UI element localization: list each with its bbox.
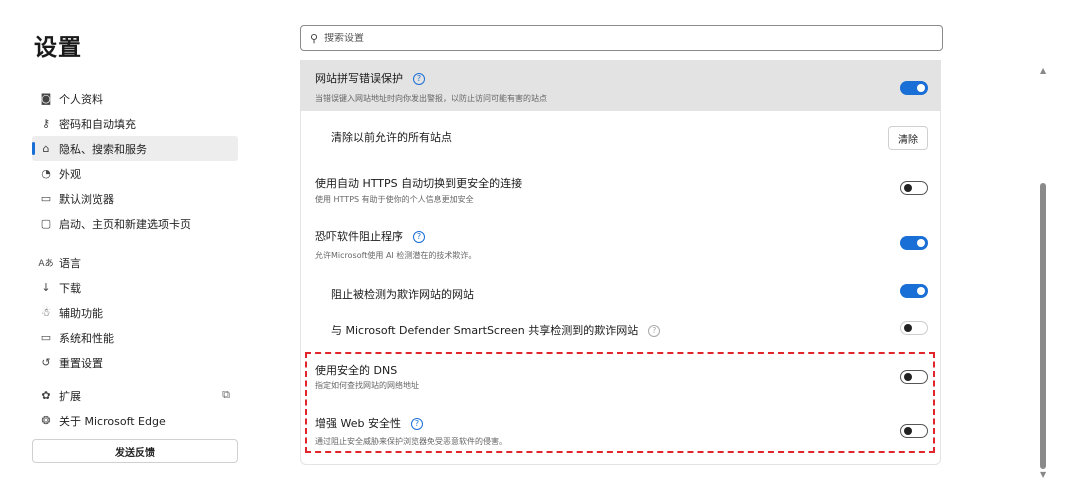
sidebar-item-label: 外观: [59, 167, 81, 181]
setting-description: 允许Microsoft使用 AI 检测潜在的技术欺诈。: [315, 251, 477, 260]
sidebar-item-profile[interactable]: ◙ 个人资料: [32, 86, 238, 111]
sidebar-item-extensions[interactable]: ✿ 扩展 ⧉: [32, 383, 238, 408]
setting-title: 清除以前允许的所有站点: [331, 131, 452, 144]
sidebar-item-label: 启动、主页和新建选项卡页: [59, 217, 191, 231]
help-icon[interactable]: ?: [410, 418, 423, 430]
setting-description: 指定如何查找网站的网络地址: [315, 381, 419, 390]
setting-title: 增强 Web 安全性: [315, 417, 401, 430]
setting-scareware-blocker: 恐吓软件阻止程序? 允许Microsoft使用 AI 检测潜在的技术欺诈。: [301, 218, 940, 276]
edge-icon: ❂: [41, 414, 51, 427]
auto-https-toggle[interactable]: [900, 181, 928, 195]
help-icon[interactable]: ?: [648, 325, 661, 337]
settings-panel: 网站拼写错误保护? 当错误键入网站地址时向你发出警报，以防止访问可能有害的站点 …: [300, 60, 941, 465]
setting-title: 与 Microsoft Defender SmartScreen 共享检测到的欺…: [331, 324, 639, 337]
search-icon: ⚲: [310, 31, 319, 45]
block-scam-sites-toggle[interactable]: [900, 284, 928, 298]
web-security-toggle[interactable]: [900, 424, 928, 438]
sidebar-item-default-browser[interactable]: ▭ 默认浏览器: [32, 186, 238, 211]
help-icon[interactable]: ?: [413, 73, 425, 85]
sidebar-item-label: 辅助功能: [59, 306, 103, 320]
sidebar-item-system[interactable]: ▭ 系统和性能: [32, 325, 238, 350]
scrollbar-thumb[interactable]: [1040, 183, 1046, 469]
setting-title: 恐吓软件阻止程序: [315, 230, 403, 243]
setting-auto-https: 使用自动 HTTPS 自动切换到更安全的连接 使用 HTTPS 有助于使你的个人…: [301, 161, 940, 218]
key-icon: ⚷: [41, 117, 51, 130]
sidebar-item-label: 重置设置: [59, 356, 103, 370]
setting-title: 使用安全的 DNS: [315, 364, 398, 377]
setting-title: 使用自动 HTTPS 自动切换到更安全的连接: [315, 177, 523, 190]
sidebar-item-startup[interactable]: ▢ 启动、主页和新建选项卡页: [32, 211, 238, 236]
sidebar-item-accessibility[interactable]: ☃ 辅助功能: [32, 300, 238, 325]
sidebar-item-about[interactable]: ❂ 关于 Microsoft Edge: [32, 408, 238, 433]
sidebar-item-label: 关于 Microsoft Edge: [59, 414, 166, 428]
scroll-up-arrow-icon[interactable]: ▲: [1040, 66, 1046, 75]
home-tab-icon: ▢: [40, 217, 52, 230]
sidebar-item-label: 语言: [59, 256, 81, 270]
search-input[interactable]: [324, 32, 905, 44]
clear-button[interactable]: 清除: [888, 126, 928, 150]
send-feedback-button[interactable]: 发送反馈: [32, 439, 238, 463]
download-icon: ↓: [41, 281, 51, 294]
language-icon: Aあ: [38, 259, 54, 269]
sidebar-item-label: 隐私、搜索和服务: [59, 142, 147, 156]
help-icon[interactable]: ?: [413, 231, 425, 243]
search-box[interactable]: ⚲: [300, 25, 943, 51]
sidebar-item-passwords[interactable]: ⚷ 密码和自动填充: [32, 111, 238, 136]
setting-description: 使用 HTTPS 有助于使你的个人信息更加安全: [315, 195, 474, 204]
sidebar-item-label: 默认浏览器: [59, 192, 114, 206]
browser-icon: ▭: [40, 192, 52, 205]
sidebar-nav: ◙ 个人资料 ⚷ 密码和自动填充 ⌂ 隐私、搜索和服务 ◔ 外观 ▭ 默认浏览器…: [32, 86, 238, 433]
typo-protection-toggle[interactable]: [900, 81, 928, 95]
setting-title: 阻止被检测为欺诈网站的网站: [331, 288, 474, 301]
secure-dns-toggle[interactable]: [900, 370, 928, 384]
sidebar-item-appearance[interactable]: ◔ 外观: [32, 161, 238, 186]
sidebar-item-language[interactable]: Aあ 语言: [32, 250, 238, 275]
settings-page: 设置 ◙ 个人资料 ⚷ 密码和自动填充 ⌂ 隐私、搜索和服务 ◔ 外观 ▭ 默认…: [0, 0, 1080, 485]
reset-icon: ↺: [41, 356, 51, 369]
setting-typo-protection: 网站拼写错误保护? 当错误键入网站地址时向你发出警报，以防止访问可能有害的站点: [301, 60, 940, 111]
setting-secure-dns: 使用安全的 DNS 指定如何查找网站的网络地址: [301, 356, 940, 406]
sidebar-item-label: 扩展: [59, 389, 81, 403]
accessibility-icon: ☃: [41, 306, 51, 319]
system-icon: ▭: [40, 331, 52, 344]
sidebar-item-label: 密码和自动填充: [59, 117, 136, 131]
setting-title: 网站拼写错误保护: [315, 72, 403, 85]
setting-block-scam-sites: 阻止被检测为欺诈网站的网站: [301, 276, 940, 306]
appearance-icon: ◔: [41, 167, 51, 180]
setting-description: 通过阻止安全威胁来保护浏览器免受恶意软件的侵害。: [315, 437, 507, 446]
setting-clear-sites: 清除以前允许的所有站点 清除: [301, 111, 940, 161]
extension-icon: ✿: [41, 389, 51, 402]
setting-description: 当错误键入网站地址时向你发出警报，以防止访问可能有害的站点: [315, 94, 547, 103]
setting-web-security: 增强 Web 安全性? 通过阻止安全威胁来保护浏览器免受恶意软件的侵害。: [301, 406, 940, 456]
sidebar-item-downloads[interactable]: ↓ 下载: [32, 275, 238, 300]
sidebar-item-label: 系统和性能: [59, 331, 114, 345]
external-link-icon: ⧉: [222, 388, 230, 401]
lock-icon: ⌂: [42, 142, 50, 155]
sidebar-item-reset[interactable]: ↺ 重置设置: [32, 350, 238, 375]
sidebar-item-label: 个人资料: [59, 92, 103, 106]
profile-icon: ◙: [40, 92, 52, 105]
scroll-down-arrow-icon[interactable]: ▼: [1040, 470, 1046, 479]
page-title: 设置: [34, 35, 82, 61]
sidebar-item-privacy[interactable]: ⌂ 隐私、搜索和服务: [32, 136, 238, 161]
setting-smartscreen-share: 与 Microsoft Defender SmartScreen 共享检测到的欺…: [301, 306, 940, 350]
scareware-blocker-toggle[interactable]: [900, 236, 928, 250]
sidebar-item-label: 下载: [59, 281, 81, 295]
smartscreen-share-toggle[interactable]: [900, 321, 928, 335]
